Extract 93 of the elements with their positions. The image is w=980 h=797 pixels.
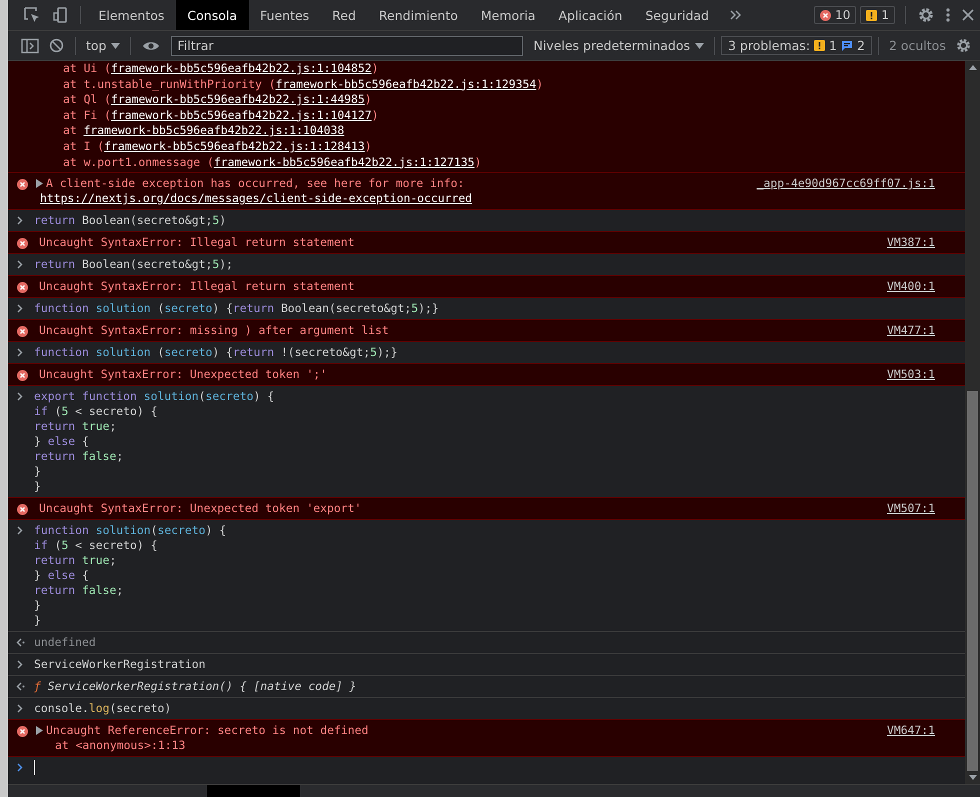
expand-triangle-icon[interactable] [36, 179, 43, 188]
panel-tab[interactable]: Aplicación [546, 0, 634, 30]
source-link[interactable]: VM647:1 [886, 723, 959, 738]
code-text: export function solution(secreto) { if (5 < secreto) { return true; } else { return false; } } [34, 389, 274, 494]
source-link[interactable]: VM503:1 [886, 367, 959, 382]
code-text: function solution (secreto) {return Boolean(secreto&gt;5);} [34, 301, 439, 316]
levels-dropdown[interactable]: Niveles predeterminados [529, 38, 708, 53]
source-link[interactable]: framework-bb5c596eafb42b22.js:1:104852 [111, 61, 372, 75]
input-chevron-icon [17, 392, 23, 402]
stack-trace-line: at w.port1.onmessage (framework-bb5c596eafb42b22.js:1:127135) [63, 154, 482, 170]
error-message: A client-side exception has occurred, see here for more info: [46, 176, 464, 192]
code-text: ServiceWorkerRegistration [34, 657, 206, 672]
sidebar-toggle-icon[interactable] [21, 38, 39, 54]
result-arrow-icon [16, 682, 25, 692]
error-icon [17, 282, 28, 294]
code-text: ƒ ServiceWorkerRegistration() { [native code] } [34, 679, 356, 694]
drawer-handle[interactable] [207, 785, 300, 797]
code-text: console.log(secreto) [34, 701, 172, 716]
device-icon[interactable] [51, 6, 69, 24]
input-chevron-icon [17, 304, 23, 314]
source-link[interactable]: VM400:1 [886, 279, 959, 294]
source-link[interactable]: VM387:1 [886, 235, 959, 250]
docs-link[interactable]: https://nextjs.org/docs/messages/client-side-exception-occurred [40, 191, 472, 206]
code-text: function solution(secreto) { if (5 < secreto) { return true; } else { return false; } } [34, 523, 226, 628]
panel-tab[interactable]: Elementos [87, 0, 176, 30]
panel-tab[interactable]: Seguridad [634, 0, 720, 30]
source-link[interactable]: _app-4e90d967cc69ff07.js:1 [756, 176, 959, 192]
stack-trace-line: at t.unstable_runWithPriority (framework-bb5c596eafb42b22.js:1:129354) [63, 76, 544, 92]
error-icon [17, 326, 28, 338]
error-message: Uncaught SyntaxError: Unexpected token 'export' [39, 501, 362, 516]
inspect-icon[interactable] [23, 6, 41, 24]
filter-field[interactable]: Filtrar [171, 36, 524, 56]
error-icon [17, 179, 28, 190]
hidden-count: 2 ocultos [888, 38, 946, 53]
stack-trace-line: at I (framework-bb5c596eafb42b22.js:1:128413) [63, 138, 372, 155]
result-arrow-icon [16, 638, 25, 648]
close-icon[interactable] [961, 8, 975, 22]
input-chevron-icon [17, 704, 23, 714]
input-chevron-icon [17, 526, 23, 536]
input-chevron-icon [17, 660, 23, 670]
error-icon [17, 238, 28, 250]
warning-count-badge[interactable]: 1 [860, 6, 895, 24]
input-chevron-icon [17, 260, 23, 270]
error-message: Uncaught SyntaxError: Illegal return statement [39, 279, 354, 294]
panel-tab[interactable]: Red [320, 0, 368, 30]
menu-icon[interactable] [945, 7, 951, 23]
settings-icon[interactable] [917, 6, 935, 24]
source-link[interactable]: framework-bb5c596eafb42b22.js:1:128413 [104, 138, 365, 153]
source-link[interactable]: framework-bb5c596eafb42b22.js:1:127135 [214, 154, 474, 169]
expand-triangle-icon[interactable] [36, 726, 43, 736]
source-link[interactable]: framework-bb5c596eafb42b22.js:1:104038 [84, 123, 344, 138]
error-message: Uncaught SyntaxError: missing ) after argument list [39, 323, 389, 338]
scroll-up-icon[interactable] [968, 65, 976, 70]
source-link[interactable]: VM477:1 [886, 323, 959, 338]
panel-tab[interactable]: Rendimiento [367, 0, 470, 30]
stack-trace-line: at Fi (framework-bb5c596eafb42b22.js:1:104127) [63, 108, 378, 124]
context-dropdown[interactable]: top [82, 38, 124, 53]
error-icon [17, 726, 28, 738]
message-icon [840, 40, 853, 51]
stack-trace-line: at <anonymous>:1:13 [54, 738, 186, 754]
code-text: return Boolean(secreto&gt;5); [34, 257, 233, 272]
error-message: Uncaught SyntaxError: Illegal return statement [39, 235, 354, 250]
stack-trace-line: at framework-bb5c596eafb42b22.js:1:104038 [63, 123, 344, 139]
scroll-down-icon[interactable] [968, 775, 976, 780]
error-icon [17, 504, 28, 516]
clear-console-icon[interactable] [49, 38, 64, 53]
warning-icon [814, 40, 826, 51]
caret-icon [111, 42, 120, 48]
source-link[interactable]: framework-bb5c596eafb42b22.js:1:104127 [111, 108, 372, 122]
error-count-badge[interactable]: 10 [814, 6, 856, 24]
code-text: return Boolean(secreto&gt;5) [34, 213, 226, 228]
error-message: Uncaught ReferenceError: secreto is not defined [46, 723, 368, 738]
settings-icon[interactable] [954, 37, 972, 54]
code-text: function solution (secreto) {return !(secreto&gt;5);} [34, 345, 398, 360]
code-text: undefined [34, 635, 96, 650]
panel-tab[interactable]: Consola [176, 0, 249, 30]
eye-icon[interactable] [142, 40, 160, 52]
more-tabs-icon[interactable] [730, 10, 742, 20]
input-chevron-icon [17, 216, 23, 226]
source-link[interactable]: framework-bb5c596eafb42b22.js:1:129354 [276, 76, 536, 91]
scrollbar[interactable] [965, 61, 980, 784]
error-icon [17, 370, 28, 382]
error-message: Uncaught SyntaxError: Unexpected token ';' [39, 367, 328, 382]
panel-tab[interactable]: Memoria [469, 0, 547, 30]
stack-trace-line: at Ql (framework-bb5c596eafb42b22.js:1:44985) [63, 92, 372, 108]
panel-tab[interactable]: Fuentes [248, 0, 321, 30]
issues-button[interactable]: 3 problemas: 1 2 [721, 36, 872, 55]
stack-trace-line: at Ui (framework-bb5c596eafb42b22.js:1:104852) [63, 61, 378, 77]
source-link[interactable]: VM507:1 [886, 501, 959, 516]
prompt-chevron-icon [17, 763, 23, 772]
source-link[interactable]: framework-bb5c596eafb42b22.js:1:44985 [111, 92, 365, 106]
caret-icon [695, 42, 704, 48]
input-chevron-icon [17, 348, 23, 358]
